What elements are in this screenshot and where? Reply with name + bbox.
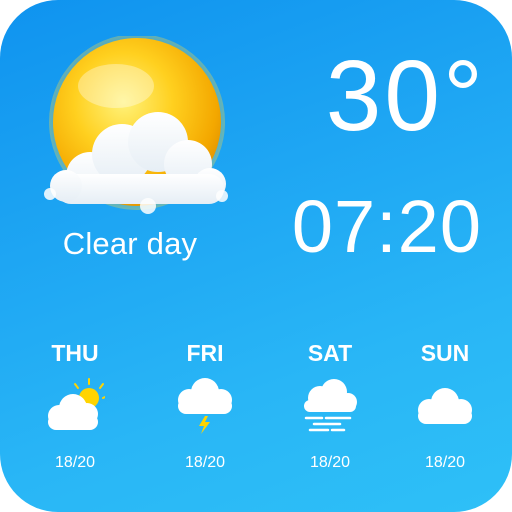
forecast-temp: 18/20 <box>54 454 96 471</box>
sun-behind-cloud-icon <box>44 36 228 214</box>
current-condition: Clear day <box>62 226 198 261</box>
forecast-day-label: SAT <box>307 340 353 366</box>
fog-icon <box>304 379 357 432</box>
forecast-row: THU 18/20 FRI 18/20 SAT 18/20 SUN 18/20 <box>0 336 512 486</box>
forecast-temp: 18/20 <box>424 454 466 471</box>
forecast-day-sat[interactable]: SAT 18/20 <box>275 336 385 486</box>
forecast-day-label: SUN <box>420 340 470 366</box>
forecast-day-sun[interactable]: SUN 18/20 <box>390 336 500 486</box>
forecast-day-label: THU <box>51 340 99 366</box>
current-time: 07:20 <box>291 185 482 268</box>
partly-sunny-icon <box>48 378 105 430</box>
forecast-day-thu[interactable]: THU 18/20 <box>20 336 130 486</box>
forecast-temp: 18/20 <box>309 454 351 471</box>
cloudy-icon <box>418 388 472 424</box>
forecast-temp: 18/20 <box>184 454 226 471</box>
weather-widget: Clear day 30° 07:20 THU 18/20 FRI 18/20 … <box>0 0 512 512</box>
forecast-day-fri[interactable]: FRI 18/20 <box>150 336 260 486</box>
current-temperature: 30° <box>325 40 486 152</box>
thunderstorm-icon <box>178 378 232 434</box>
forecast-day-label: FRI <box>186 340 224 366</box>
